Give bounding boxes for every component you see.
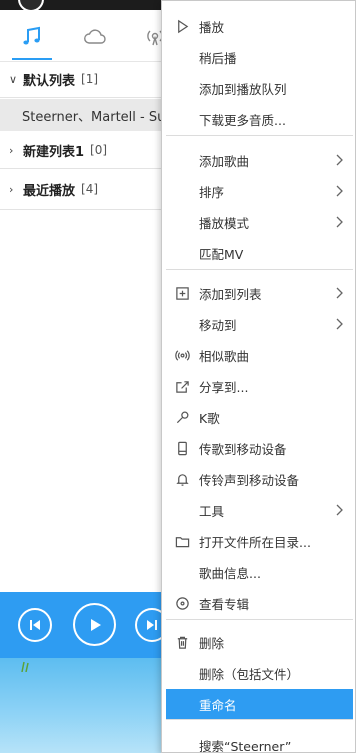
menu-separator bbox=[166, 269, 353, 270]
song-row[interactable]: Steerner、Martell - Su bbox=[0, 99, 162, 131]
group-name: 默认列表 bbox=[23, 73, 76, 89]
menu-item-label: 搜索“Steerner” bbox=[199, 739, 292, 753]
menu-item[interactable]: K歌 bbox=[166, 402, 353, 433]
menu-item[interactable]: 稍后播 bbox=[166, 42, 353, 73]
chevron-right-icon bbox=[335, 318, 343, 330]
play-icon bbox=[174, 18, 190, 34]
microphone-icon bbox=[174, 409, 190, 425]
menu-item[interactable]: 重命名 bbox=[166, 689, 353, 720]
menu-item-label: 重命名 bbox=[199, 698, 237, 713]
menu-item[interactable]: 传歌到移动设备 bbox=[166, 433, 353, 464]
chevron-down-icon: ∨ bbox=[9, 72, 18, 86]
tab-cloud[interactable] bbox=[82, 24, 108, 50]
menu-item[interactable]: 添加到播放队列 bbox=[166, 73, 353, 104]
menu-item[interactable]: 下载更多音质... bbox=[166, 104, 353, 135]
menu-item-label: K歌 bbox=[199, 411, 220, 426]
menu-item-label: 添加到播放队列 bbox=[199, 82, 287, 97]
radio-waves-icon bbox=[174, 347, 190, 363]
menu-item[interactable]: 工具 bbox=[166, 495, 353, 526]
group-count: [1] bbox=[81, 72, 99, 86]
divider bbox=[0, 209, 162, 210]
menu-item-label: 分享到... bbox=[199, 380, 249, 395]
menu-item-label: 传铃声到移动设备 bbox=[199, 473, 300, 488]
menu-item-label: 移动到 bbox=[199, 318, 237, 333]
group-count: [0] bbox=[90, 143, 108, 157]
title-bar bbox=[0, 0, 162, 12]
menu-item-label: 删除（包括文件） bbox=[199, 667, 300, 682]
menu-separator bbox=[166, 135, 353, 136]
folder-icon bbox=[174, 533, 190, 549]
group-name: 最近播放 bbox=[23, 183, 76, 199]
album-icon bbox=[174, 595, 190, 611]
tab-bar bbox=[0, 10, 163, 62]
cloud-icon bbox=[84, 29, 106, 44]
menu-item[interactable]: 添加歌曲 bbox=[166, 145, 353, 176]
menu-item-label: 打开文件所在目录... bbox=[199, 535, 311, 550]
play-button[interactable] bbox=[73, 603, 116, 646]
menu-item[interactable]: 相似歌曲 bbox=[166, 340, 353, 371]
menu-separator bbox=[166, 619, 353, 620]
menu-item[interactable]: 搜索“Steerner” bbox=[166, 730, 353, 753]
menu-item[interactable]: 歌曲信息... bbox=[166, 557, 353, 588]
next-icon bbox=[147, 620, 157, 630]
play-icon bbox=[90, 618, 101, 631]
chevron-right-icon bbox=[335, 216, 343, 228]
menu-item[interactable]: 查看专辑 bbox=[166, 588, 353, 619]
add-box-icon bbox=[174, 285, 190, 301]
playlist-group-new1[interactable]: › 新建列表1 [0] bbox=[0, 133, 162, 167]
menu-item[interactable]: 删除 bbox=[166, 627, 353, 658]
group-count: [4] bbox=[81, 182, 99, 196]
divider bbox=[0, 168, 162, 169]
divider bbox=[0, 97, 162, 98]
menu-item-label: 播放 bbox=[199, 20, 225, 35]
chevron-right-icon bbox=[335, 154, 343, 166]
menu-item[interactable]: 删除（包括文件） bbox=[166, 658, 353, 689]
menu-item-label: 匹配MV bbox=[199, 247, 244, 262]
menu-item[interactable]: 匹配MV bbox=[166, 238, 353, 269]
menu-item[interactable]: 添加到列表 bbox=[166, 278, 353, 309]
menu-item-label: 工具 bbox=[199, 504, 225, 519]
group-name: 新建列表1 bbox=[23, 144, 85, 160]
share-icon bbox=[174, 378, 190, 394]
previous-icon bbox=[30, 620, 40, 630]
menu-item-label: 相似歌曲 bbox=[199, 349, 250, 364]
menu-item[interactable]: 排序 bbox=[166, 176, 353, 207]
menu-item[interactable]: 移动到 bbox=[166, 309, 353, 340]
chevron-right-icon bbox=[335, 185, 343, 197]
menu-separator bbox=[166, 719, 353, 720]
menu-item-label: 排序 bbox=[199, 185, 225, 200]
menu-item[interactable]: 传铃声到移动设备 bbox=[166, 464, 353, 495]
playback-controls bbox=[0, 592, 169, 658]
chevron-right-icon: › bbox=[9, 143, 14, 157]
bell-icon bbox=[174, 471, 190, 487]
menu-item-label: 播放模式 bbox=[199, 216, 250, 231]
menu-item-label: 查看专辑 bbox=[199, 597, 250, 612]
menu-item[interactable]: 分享到... bbox=[166, 371, 353, 402]
menu-item-label: 删除 bbox=[199, 636, 225, 651]
chevron-right-icon bbox=[335, 504, 343, 516]
chevron-right-icon bbox=[335, 287, 343, 299]
playlist-group-recent[interactable]: › 最近播放 [4] bbox=[0, 172, 162, 206]
previous-button[interactable] bbox=[18, 608, 52, 642]
menu-item-label: 添加到列表 bbox=[199, 287, 262, 302]
music-note-icon bbox=[23, 26, 40, 45]
menu-item-label: 稍后播 bbox=[199, 51, 237, 66]
context-menu: 播放稍后播添加到播放队列 下载更多音质... 添加歌曲排序播放模式匹配MV 添加到列表… bbox=[161, 0, 356, 753]
menu-item-label: 传歌到移动设备 bbox=[199, 442, 287, 457]
menu-item-label: 下载更多音质... bbox=[199, 113, 286, 128]
chevron-right-icon: › bbox=[9, 182, 14, 196]
active-tab-indicator bbox=[12, 58, 52, 60]
grass-decoration bbox=[21, 661, 29, 672]
song-title: Steerner、Martell - Su bbox=[22, 109, 162, 125]
menu-item-label: 添加歌曲 bbox=[199, 154, 250, 169]
menu-item[interactable]: 播放 bbox=[166, 11, 353, 42]
menu-item[interactable]: 打开文件所在目录... bbox=[166, 526, 353, 557]
trash-icon bbox=[174, 634, 190, 650]
menu-item-label: 歌曲信息... bbox=[199, 566, 261, 581]
phone-icon bbox=[174, 440, 190, 456]
playlist-group-default[interactable]: ∨ 默认列表 [1] bbox=[0, 62, 162, 96]
tab-music[interactable] bbox=[19, 24, 45, 50]
menu-item[interactable]: 播放模式 bbox=[166, 207, 353, 238]
